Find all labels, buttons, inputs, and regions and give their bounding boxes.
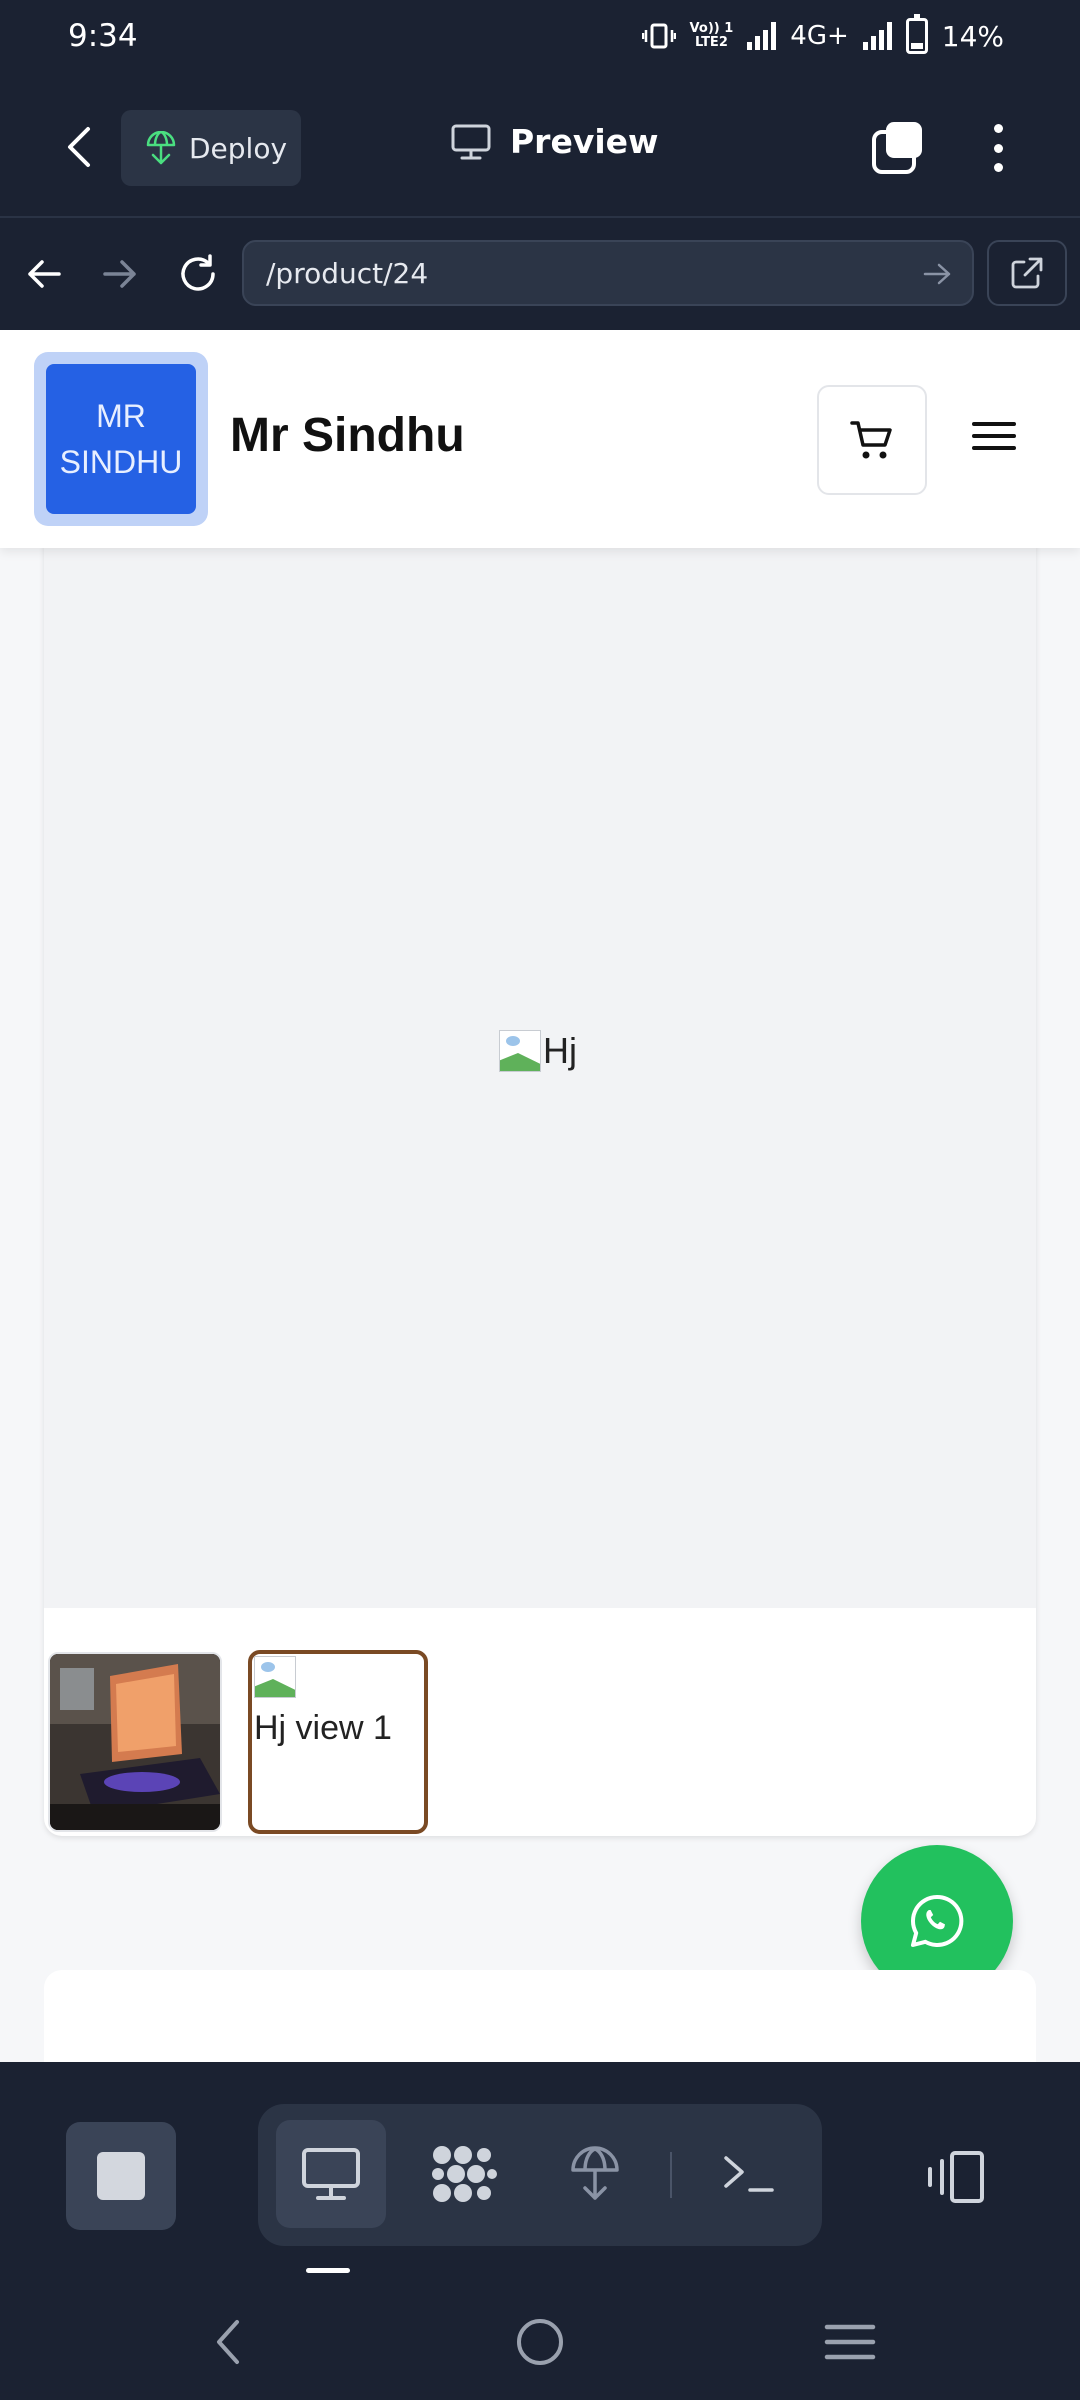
main-image-placeholder: Hj bbox=[499, 1030, 577, 1072]
deploy-icon bbox=[146, 131, 176, 165]
network-type: 4G+ bbox=[790, 21, 849, 51]
deploy-tab-button[interactable] bbox=[540, 2120, 650, 2228]
signal-icon bbox=[747, 22, 777, 50]
thumb2-alt: Hj view 1 bbox=[254, 1709, 392, 1747]
site-logo[interactable]: MR SINDHU bbox=[34, 352, 208, 526]
terminal-button[interactable] bbox=[694, 2120, 804, 2228]
arrow-right-icon bbox=[103, 260, 136, 288]
nav-home-icon bbox=[517, 2319, 563, 2365]
stop-button[interactable] bbox=[66, 2122, 176, 2230]
browser-back-button[interactable] bbox=[18, 248, 70, 300]
signal-icon-2 bbox=[862, 22, 892, 50]
deploy-button[interactable]: Deploy bbox=[121, 110, 301, 186]
system-back-button[interactable] bbox=[198, 2312, 258, 2372]
status-icons: Vo)) 1 LTE2 4G+ 14% bbox=[641, 14, 1004, 54]
brand-name: Mr Sindhu bbox=[230, 409, 465, 462]
url-value: /product/24 bbox=[266, 256, 429, 290]
go-arrow-icon[interactable] bbox=[922, 256, 952, 292]
broken-image-icon bbox=[254, 1656, 296, 1698]
url-row: /product/24 bbox=[0, 218, 1080, 330]
desktop-view-button[interactable] bbox=[276, 2120, 386, 2228]
more-vertical-icon bbox=[993, 124, 1003, 133]
toolbar-separator bbox=[670, 2152, 672, 2198]
broken-image-icon bbox=[499, 1030, 541, 1072]
battery-icon bbox=[905, 14, 928, 54]
more-options-button[interactable] bbox=[980, 118, 1016, 178]
nav-back-icon bbox=[217, 2320, 239, 2364]
arrow-left-icon bbox=[28, 260, 61, 288]
main-product-image[interactable]: Hj bbox=[44, 530, 1036, 1608]
open-external-button[interactable] bbox=[987, 240, 1067, 306]
thumb2-placeholder: Hj view 1 bbox=[254, 1656, 424, 1756]
status-time: 9:34 bbox=[68, 18, 138, 54]
reload-button[interactable] bbox=[172, 248, 224, 300]
view-switcher bbox=[258, 2104, 822, 2246]
back-button[interactable] bbox=[52, 120, 106, 174]
laptop-photo bbox=[50, 1654, 220, 1830]
system-recents-button[interactable] bbox=[820, 2312, 880, 2372]
preview-title: Preview bbox=[450, 122, 659, 161]
back-arrow-icon bbox=[68, 127, 90, 167]
tabs-button[interactable] bbox=[870, 120, 926, 176]
reload-icon bbox=[181, 254, 215, 291]
site-header: MR SINDHU Mr Sindhu bbox=[0, 330, 1080, 548]
battery-level: 14% bbox=[941, 19, 1004, 53]
terminal-icon bbox=[724, 2156, 774, 2192]
deploy-icon bbox=[571, 2146, 619, 2200]
thumbnail-2[interactable]: Hj view 1 bbox=[248, 1650, 428, 1834]
tabs-icon bbox=[872, 122, 922, 174]
deploy-label: Deploy bbox=[189, 131, 288, 165]
cart-button[interactable] bbox=[817, 385, 927, 495]
logo-text: MR SINDHU bbox=[46, 364, 196, 514]
system-navigation bbox=[0, 2282, 1080, 2400]
desktop-icon bbox=[302, 2148, 360, 2200]
whatsapp-icon bbox=[911, 1894, 964, 1947]
grid-dots-icon bbox=[432, 2146, 497, 2202]
bottom-toolbar bbox=[0, 2062, 1080, 2282]
app-header: Deploy Preview bbox=[0, 78, 1080, 218]
cart-icon bbox=[850, 421, 892, 459]
status-bar: 9:34 Vo)) 1 LTE2 4G+ 14% bbox=[0, 0, 1080, 78]
web-preview: MR SINDHU Mr Sindhu Hj Hj view 1 bbox=[0, 330, 1080, 2062]
hamburger-menu-icon bbox=[972, 422, 1016, 426]
nav-recents-icon bbox=[824, 2324, 876, 2360]
vibrate-icon bbox=[641, 23, 676, 49]
thumbnail-1[interactable] bbox=[48, 1652, 222, 1832]
volte-indicator: Vo)) 1 LTE2 bbox=[689, 21, 734, 50]
components-button[interactable] bbox=[408, 2120, 518, 2228]
system-home-button[interactable] bbox=[510, 2312, 570, 2372]
url-input[interactable]: /product/24 bbox=[242, 240, 974, 306]
thumbnail-strip: Hj view 1 bbox=[44, 1608, 1036, 1836]
device-switch-icon bbox=[928, 2151, 984, 2203]
product-gallery: Hj Hj view 1 bbox=[44, 530, 1036, 1836]
main-image-alt: Hj bbox=[543, 1030, 577, 1071]
stop-icon bbox=[97, 2152, 145, 2200]
browser-forward-button[interactable] bbox=[94, 248, 146, 300]
device-switch-button[interactable] bbox=[920, 2142, 990, 2212]
preview-label: Preview bbox=[510, 122, 659, 161]
monitor-icon bbox=[451, 124, 491, 159]
product-details-card bbox=[44, 1970, 1036, 2062]
active-tab-indicator bbox=[306, 2268, 350, 2273]
menu-button[interactable] bbox=[970, 412, 1018, 460]
external-link-icon bbox=[1011, 257, 1043, 289]
